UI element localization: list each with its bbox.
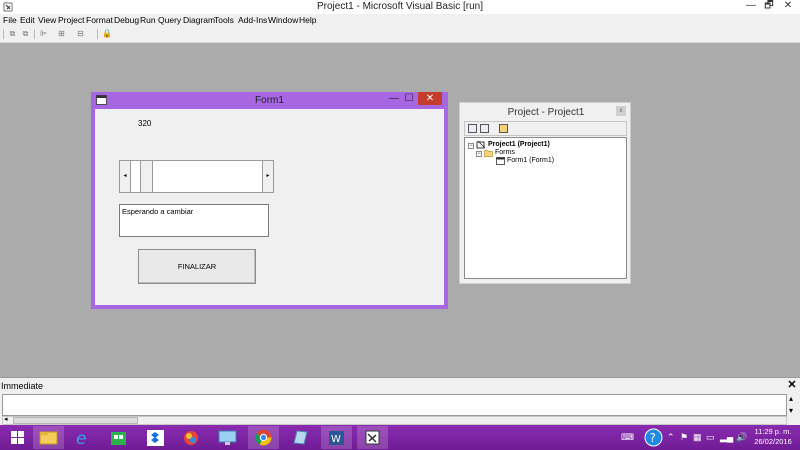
menu-window[interactable]: Window bbox=[268, 15, 298, 25]
immediate-horizontal-scrollbar[interactable]: ◂ bbox=[2, 416, 787, 425]
menu-file[interactable]: File bbox=[3, 15, 17, 25]
form1-close-button[interactable]: ✕ bbox=[418, 92, 442, 105]
form1-window: Form1 — ☐ ✕ 320 ◂ ▸ Esperando a cambiar … bbox=[91, 92, 448, 309]
signal-icon[interactable]: ▂▄ bbox=[720, 432, 733, 443]
project-explorer: Project - Project1 x − Project1 (Project… bbox=[459, 102, 631, 284]
immediate-title: Immediate bbox=[1, 381, 44, 391]
expand-forms-icon[interactable]: − bbox=[476, 151, 482, 157]
form-icon bbox=[496, 157, 505, 165]
window-title: Project1 - Microsoft Visual Basic [run] bbox=[317, 1, 483, 12]
menu-debug[interactable]: Debug bbox=[114, 15, 139, 25]
flag-icon[interactable]: ⚑ bbox=[680, 432, 688, 443]
center-icon[interactable]: ⊞ bbox=[57, 29, 66, 38]
scroll-thumb[interactable] bbox=[140, 161, 153, 192]
folder-icon bbox=[484, 150, 493, 157]
clock-time: 11:29 p. m. bbox=[754, 427, 792, 436]
clock-date: 26/02/2016 bbox=[754, 437, 792, 446]
form1-title-bar: Form1 — ☐ ✕ bbox=[91, 92, 448, 109]
scroll-up-arrow-icon[interactable]: ▴ bbox=[789, 394, 793, 403]
tree-item-forms[interactable]: Forms bbox=[495, 149, 515, 156]
menu-help[interactable]: Help bbox=[299, 15, 316, 25]
close-button[interactable]: ✕ bbox=[779, 0, 797, 12]
project-tree: − Project1 (Project1) − Forms Form1 (For… bbox=[464, 137, 627, 279]
file-explorer-icon[interactable] bbox=[33, 426, 64, 449]
immediate-window: Immediate ✕ ▴ ▾ ◂ bbox=[0, 377, 800, 426]
toolbar-separator bbox=[3, 29, 4, 39]
status-textbox[interactable]: Esperando a cambiar bbox=[119, 204, 269, 237]
scroll-thumb[interactable] bbox=[13, 417, 138, 424]
menu-run[interactable]: Run bbox=[140, 15, 156, 25]
volume-icon[interactable]: 🔊 bbox=[736, 432, 747, 443]
align-icon[interactable]: ⊫ bbox=[39, 29, 48, 38]
remote-desktop-icon[interactable] bbox=[212, 426, 243, 449]
toggle-folders-icon[interactable] bbox=[499, 124, 508, 133]
expand-project-icon[interactable]: − bbox=[468, 143, 474, 149]
toolbar: ⧉ ⧉ ⊫ ⊞ ⊟ 🔒 bbox=[0, 26, 800, 43]
system-clock[interactable]: 11:29 p. m. 26/02/2016 bbox=[748, 427, 798, 447]
photos-icon[interactable] bbox=[176, 426, 207, 449]
horizontal-scrollbar[interactable]: ◂ ▸ bbox=[119, 160, 274, 193]
menu-query[interactable]: Query bbox=[158, 15, 181, 25]
toolbar-separator bbox=[34, 29, 35, 39]
size-icon[interactable]: ⊟ bbox=[76, 29, 85, 38]
project-explorer-title: Project - Project1 bbox=[507, 107, 585, 118]
view-object-icon[interactable] bbox=[480, 124, 489, 133]
finalizar-button[interactable]: FINALIZAR bbox=[138, 249, 256, 284]
menu-edit[interactable]: Edit bbox=[20, 15, 35, 25]
show-hidden-icons-icon[interactable]: ⌃ bbox=[667, 432, 675, 443]
tree-item-form1[interactable]: Form1 (Form1) bbox=[507, 157, 554, 164]
value-label: 320 bbox=[138, 119, 152, 128]
menu-view[interactable]: View bbox=[38, 15, 56, 25]
restore-button[interactable]: 🗗 bbox=[760, 0, 778, 12]
dropbox-icon[interactable] bbox=[140, 426, 171, 449]
help-icon[interactable]: ? bbox=[644, 428, 663, 447]
immediate-vertical-scrollbar[interactable]: ▴ ▾ bbox=[787, 394, 799, 426]
menu-addins[interactable]: Add-Ins bbox=[238, 15, 267, 25]
scroll-left-arrow-icon[interactable]: ◂ bbox=[120, 161, 131, 192]
scroll-down-arrow-icon[interactable]: ▾ bbox=[789, 406, 793, 415]
keyboard-icon[interactable]: ⌨ bbox=[621, 432, 634, 443]
form1-maximize-button[interactable]: ☐ bbox=[402, 93, 416, 105]
windows-start-icon[interactable] bbox=[2, 426, 33, 449]
store-icon[interactable] bbox=[103, 426, 134, 449]
immediate-text-area[interactable] bbox=[2, 394, 787, 416]
link-icon[interactable]: ⧉ bbox=[8, 29, 17, 38]
tree-item-project[interactable]: Project1 (Project1) bbox=[488, 141, 550, 148]
visual-basic-icon[interactable] bbox=[357, 426, 388, 449]
form1-minimize-button[interactable]: — bbox=[387, 93, 401, 105]
scroll-right-arrow-icon[interactable]: ▸ bbox=[262, 161, 273, 192]
project-close-button[interactable]: x bbox=[616, 106, 626, 116]
scroll-left-arrow-icon[interactable]: ◂ bbox=[4, 415, 8, 423]
menu-diagram[interactable]: Diagram bbox=[183, 15, 215, 25]
view-code-icon[interactable] bbox=[468, 124, 477, 133]
unlink-icon[interactable]: ⧉ bbox=[21, 29, 30, 38]
menu-bar: File Edit View Project Format Debug Run … bbox=[0, 14, 800, 26]
battery-icon[interactable]: ▭ bbox=[706, 432, 715, 443]
svg-text:e: e bbox=[76, 429, 86, 449]
form1-client-area: 320 ◂ ▸ Esperando a cambiar FINALIZAR bbox=[95, 109, 444, 305]
taskbar: e W ⌨ ? ⌃ ⚑ ▦ ▭ ▂▄ 🔊 11:29 p. m. 26/02/2… bbox=[0, 425, 800, 450]
internet-explorer-icon[interactable]: e bbox=[68, 426, 99, 449]
project-toolbar bbox=[464, 121, 627, 136]
minimize-button[interactable]: — bbox=[742, 0, 760, 12]
toolbar-separator bbox=[97, 29, 98, 39]
menu-tools[interactable]: Tools bbox=[214, 15, 234, 25]
word-icon[interactable]: W bbox=[321, 426, 352, 449]
notes-icon[interactable] bbox=[285, 426, 316, 449]
svg-text:?: ? bbox=[650, 431, 656, 445]
network-icon[interactable]: ▦ bbox=[693, 432, 702, 443]
immediate-close-button[interactable]: ✕ bbox=[786, 379, 798, 391]
menu-project[interactable]: Project bbox=[58, 15, 84, 25]
chrome-icon[interactable] bbox=[248, 426, 279, 449]
svg-text:W: W bbox=[331, 434, 341, 445]
main-title-bar: Project1 - Microsoft Visual Basic [run] … bbox=[0, 0, 800, 14]
lock-icon[interactable]: 🔒 bbox=[102, 29, 112, 38]
menu-format[interactable]: Format bbox=[86, 15, 113, 25]
